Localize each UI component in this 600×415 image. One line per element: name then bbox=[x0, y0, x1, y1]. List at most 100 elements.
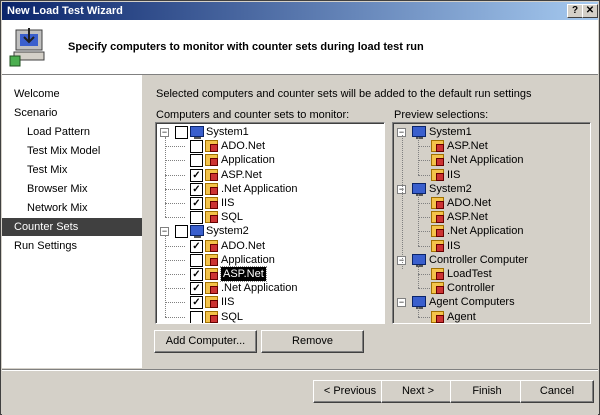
node-checkbox[interactable]: ✓ bbox=[190, 296, 203, 310]
window-title: New Load Test Wizard bbox=[7, 5, 123, 17]
wizard-header: Specify computers to monitor with counte… bbox=[2, 20, 598, 75]
nav-item-load-pattern[interactable]: Load Pattern bbox=[2, 123, 142, 141]
description-text: Selected computers and counter sets will… bbox=[156, 88, 532, 100]
node-checkbox[interactable]: ✓ bbox=[190, 282, 203, 296]
help-button[interactable]: ? bbox=[567, 4, 583, 18]
preview-node-counter-set[interactable]: Controller bbox=[393, 281, 588, 295]
node-checkbox[interactable]: ✓ bbox=[190, 168, 203, 182]
counter-set-icon bbox=[205, 239, 218, 252]
preview-node-computer[interactable]: − Agent Computers bbox=[393, 295, 588, 310]
tree-node-counter-set[interactable]: SQL bbox=[156, 310, 382, 323]
preview-label: Preview selections: bbox=[394, 109, 489, 121]
counter-set-icon bbox=[205, 282, 218, 295]
cancel-button[interactable]: Cancel bbox=[520, 380, 594, 403]
counter-set-tree[interactable]: − System1 ADO.Net Application ✓ ASP.Net ✓ .Net … bbox=[155, 122, 385, 324]
expand-collapse-toggle[interactable]: − bbox=[160, 128, 169, 137]
cancel-label: Cancel bbox=[539, 385, 575, 397]
node-checkbox[interactable] bbox=[175, 126, 188, 139]
tree-line bbox=[402, 135, 403, 269]
main-panel: Selected computers and counter sets will… bbox=[144, 75, 599, 368]
tree-node-counter-set[interactable]: ✓ .Net Application bbox=[156, 182, 382, 196]
next-button[interactable]: Next > bbox=[381, 380, 455, 403]
tree-line bbox=[165, 160, 185, 162]
tree-node-counter-set[interactable]: ✓ ASP.Net bbox=[156, 266, 382, 282]
tree-line bbox=[418, 316, 430, 318]
nav-item-test-mix[interactable]: Test Mix bbox=[2, 161, 142, 179]
tree-node-label: System2 bbox=[206, 225, 249, 238]
node-checkbox[interactable]: ✓ bbox=[190, 182, 203, 196]
remove-button[interactable]: Remove bbox=[261, 330, 364, 353]
tree-line bbox=[418, 137, 419, 175]
tree-line bbox=[165, 302, 185, 304]
tree-node-counter-set[interactable]: ✓ IIS bbox=[156, 295, 382, 310]
tree-line bbox=[418, 264, 419, 289]
preview-node-computer[interactable]: − Controller Computer bbox=[393, 253, 588, 267]
title-bar[interactable]: New Load Test Wizard ? ✕ bbox=[2, 2, 598, 20]
nav-item-run-settings[interactable]: Run Settings bbox=[2, 237, 142, 255]
node-checkbox[interactable]: ✓ bbox=[190, 268, 203, 281]
tree-node-counter-set[interactable]: Application bbox=[156, 253, 382, 267]
node-checkbox[interactable] bbox=[190, 154, 203, 168]
tree-line bbox=[165, 274, 185, 275]
preview-node-computer[interactable]: − System2 bbox=[393, 182, 588, 196]
nav-item-network-mix[interactable]: Network Mix bbox=[2, 199, 142, 217]
node-checkbox[interactable] bbox=[190, 211, 203, 225]
expand-collapse-toggle[interactable]: − bbox=[160, 227, 169, 237]
tree-node-label: SQL bbox=[221, 211, 244, 224]
counter-set-icon bbox=[431, 140, 444, 153]
preview-node-computer[interactable]: − System1 bbox=[393, 125, 588, 139]
preview-node-counter-set[interactable]: IIS bbox=[393, 239, 588, 253]
tree-node-counter-set[interactable]: ADO.Net bbox=[156, 139, 382, 154]
tree-node-counter-set[interactable]: ✓ ADO.Net bbox=[156, 239, 382, 253]
tree-line bbox=[165, 174, 185, 176]
node-checkbox[interactable]: ✓ bbox=[190, 239, 203, 253]
preview-node-label: ASP.Net bbox=[447, 140, 488, 153]
preview-node-counter-set[interactable]: .Net Application bbox=[393, 153, 588, 167]
preview-node-label: .Net Application bbox=[447, 154, 524, 167]
tree-node-counter-set[interactable]: ✓ .Net Application bbox=[156, 281, 382, 296]
computer-icon bbox=[190, 126, 204, 139]
nav-item-label: Welcome bbox=[14, 88, 60, 100]
tree-node-counter-set[interactable]: ✓ ASP.Net bbox=[156, 168, 382, 182]
node-checkbox[interactable] bbox=[190, 310, 203, 323]
preview-node-counter-set[interactable]: ASP.Net bbox=[393, 210, 588, 224]
node-checkbox[interactable]: ✓ bbox=[190, 197, 203, 210]
tree-node-label: Application bbox=[221, 253, 275, 266]
preview-node-counter-set[interactable]: IIS bbox=[393, 168, 588, 182]
tree-line bbox=[165, 146, 185, 148]
nav-item-browser-mix[interactable]: Browser Mix bbox=[2, 180, 142, 198]
nav-item-label: Browser Mix bbox=[27, 183, 88, 195]
tree-line bbox=[418, 307, 419, 317]
preview-node-counter-set[interactable]: Agent bbox=[393, 310, 588, 323]
node-checkbox[interactable] bbox=[190, 140, 203, 154]
preview-node-counter-set[interactable]: ADO.Net bbox=[393, 196, 588, 210]
tree-line bbox=[165, 245, 185, 247]
wizard-nav: Welcome Scenario Load Pattern Test Mix M… bbox=[2, 75, 142, 368]
preview-node-counter-set[interactable]: .Net Application bbox=[393, 224, 588, 238]
preview-node-counter-set[interactable]: LoadTest bbox=[393, 267, 588, 281]
tree-node-computer[interactable]: − System2 bbox=[156, 224, 382, 239]
preview-node-label: .Net Application bbox=[447, 225, 524, 238]
tree-node-counter-set[interactable]: Application bbox=[156, 153, 382, 168]
nav-item-label: Load Pattern bbox=[27, 126, 90, 138]
previous-button[interactable]: < Previous bbox=[313, 380, 387, 403]
node-checkbox[interactable] bbox=[175, 225, 188, 239]
close-button[interactable]: ✕ bbox=[582, 4, 598, 18]
preview-tree[interactable]: − System1 ASP.Net .Net Application IIS − Syste… bbox=[392, 122, 591, 324]
footer-bar: < Previous Next > Finish Cancel bbox=[2, 369, 598, 415]
nav-item-scenario[interactable]: Scenario bbox=[2, 104, 142, 122]
tree-node-counter-set[interactable]: SQL bbox=[156, 210, 382, 225]
finish-button[interactable]: Finish bbox=[450, 380, 524, 403]
preview-node-counter-set[interactable]: ASP.Net bbox=[393, 139, 588, 153]
counter-set-icon bbox=[205, 268, 218, 280]
nav-item-test-mix-model[interactable]: Test Mix Model bbox=[2, 142, 142, 160]
nav-item-welcome[interactable]: Welcome bbox=[2, 85, 142, 103]
tree-line bbox=[165, 259, 185, 261]
tree-node-computer[interactable]: − System1 bbox=[156, 125, 382, 139]
expand-collapse-toggle[interactable]: − bbox=[397, 298, 406, 308]
add-computer-button[interactable]: Add Computer... bbox=[154, 330, 257, 353]
nav-item-counter-sets[interactable]: Counter Sets bbox=[2, 218, 142, 236]
tree-node-label: .Net Application bbox=[221, 182, 298, 195]
tree-node-counter-set[interactable]: ✓ IIS bbox=[156, 196, 382, 210]
node-checkbox[interactable] bbox=[190, 253, 203, 267]
